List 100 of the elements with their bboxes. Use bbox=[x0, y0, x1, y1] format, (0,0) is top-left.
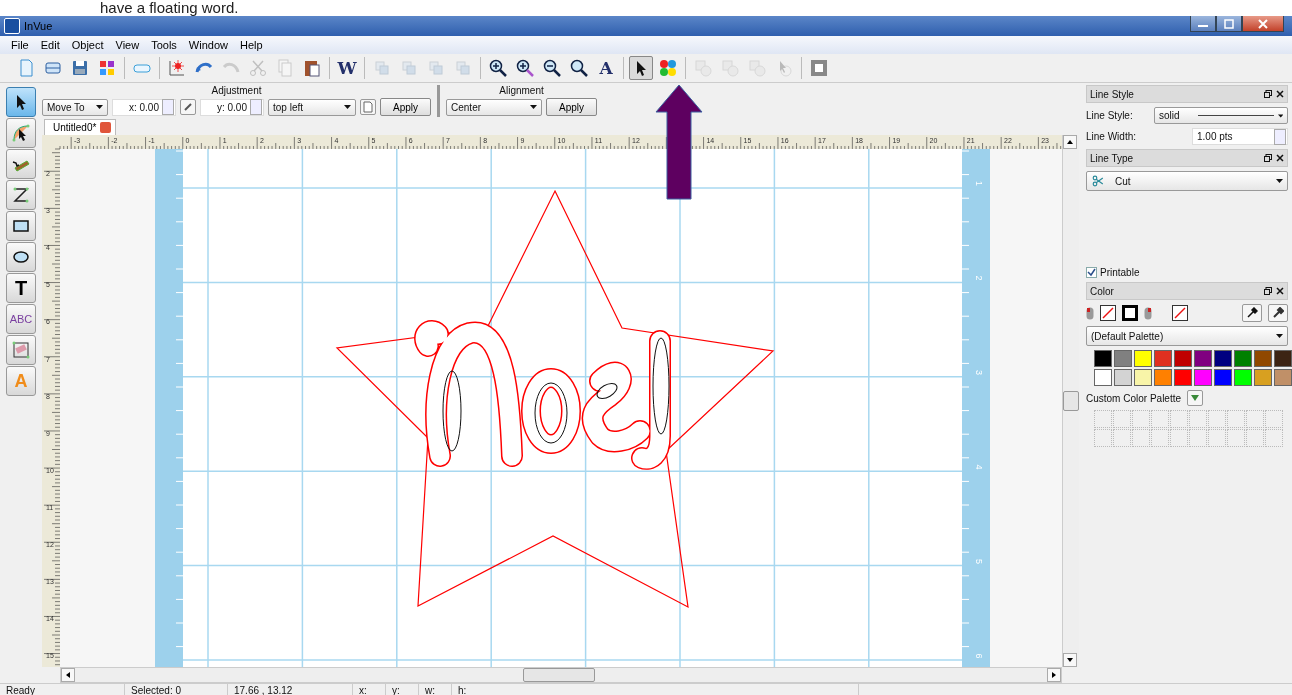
menu-item[interactable]: Help bbox=[234, 38, 268, 52]
anchor-select[interactable]: top left bbox=[268, 98, 356, 116]
eyedropper-button[interactable] bbox=[1242, 304, 1262, 322]
spinner-arrows[interactable] bbox=[162, 99, 174, 115]
outline-swatch-icon[interactable] bbox=[1122, 305, 1138, 321]
color-swatch[interactable] bbox=[1214, 369, 1232, 386]
close-icon[interactable] bbox=[1276, 287, 1284, 295]
add-color-button[interactable] bbox=[1187, 390, 1204, 406]
color-swatch[interactable] bbox=[1274, 350, 1292, 367]
scroll-thumb[interactable] bbox=[523, 668, 595, 682]
color-swatch[interactable] bbox=[1134, 369, 1152, 386]
empty-color-slot[interactable] bbox=[1227, 429, 1245, 447]
close-tab-icon[interactable] bbox=[100, 122, 112, 133]
float-icon[interactable] bbox=[1264, 287, 1272, 295]
empty-color-slot[interactable] bbox=[1132, 410, 1150, 428]
empty-color-slot[interactable] bbox=[1265, 410, 1283, 428]
float-icon[interactable] bbox=[1264, 154, 1272, 162]
empty-color-slot[interactable] bbox=[1113, 410, 1131, 428]
printable-checkbox[interactable] bbox=[1086, 267, 1097, 278]
empty-color-slot[interactable] bbox=[1265, 429, 1283, 447]
y-field[interactable]: y: 0.00 bbox=[200, 98, 264, 116]
color-swatch[interactable] bbox=[1194, 369, 1212, 386]
scroll-left-button[interactable] bbox=[61, 668, 75, 682]
color-swatch[interactable] bbox=[1094, 350, 1112, 367]
document-tab[interactable]: Untitled0* bbox=[44, 119, 117, 135]
scroll-down-button[interactable] bbox=[1063, 653, 1077, 667]
color-swatch[interactable] bbox=[1154, 350, 1172, 367]
close-icon[interactable] bbox=[1276, 154, 1284, 162]
color-swatch[interactable] bbox=[1214, 350, 1232, 367]
toolbar-button[interactable]: W bbox=[335, 56, 359, 80]
tool-button[interactable] bbox=[6, 211, 36, 241]
scroll-up-button[interactable] bbox=[1063, 135, 1077, 149]
empty-color-slot[interactable] bbox=[1208, 429, 1226, 447]
float-icon[interactable] bbox=[1264, 90, 1272, 98]
color-swatch[interactable] bbox=[1274, 369, 1292, 386]
mode-select[interactable]: Move To bbox=[42, 98, 108, 116]
scroll-thumb[interactable] bbox=[1063, 391, 1079, 411]
line-width-field[interactable]: 1.00 pts bbox=[1192, 128, 1288, 145]
tool-button[interactable] bbox=[6, 87, 36, 117]
color-swatch[interactable] bbox=[1114, 369, 1132, 386]
close-icon[interactable] bbox=[1276, 90, 1284, 98]
spinner-arrows[interactable] bbox=[1274, 128, 1286, 145]
menu-item[interactable]: Window bbox=[183, 38, 233, 52]
line-type-select[interactable]: Cut bbox=[1086, 171, 1288, 191]
apply-button[interactable]: Apply bbox=[546, 98, 598, 116]
empty-color-slot[interactable] bbox=[1189, 429, 1207, 447]
color-swatch[interactable] bbox=[1234, 350, 1252, 367]
no-fill-swatch-icon[interactable] bbox=[1172, 305, 1188, 321]
color-swatch[interactable] bbox=[1174, 369, 1192, 386]
empty-color-slot[interactable] bbox=[1151, 429, 1169, 447]
empty-color-slot[interactable] bbox=[1094, 410, 1112, 428]
empty-color-slot[interactable] bbox=[1246, 429, 1264, 447]
empty-color-slot[interactable] bbox=[1227, 410, 1245, 428]
alignment-select[interactable]: Center bbox=[446, 98, 542, 116]
toolbar-button[interactable]: A bbox=[594, 56, 618, 80]
empty-color-slot[interactable] bbox=[1189, 410, 1207, 428]
maximize-button[interactable] bbox=[1216, 16, 1242, 32]
empty-color-slot[interactable] bbox=[1132, 429, 1150, 447]
empty-color-slot[interactable] bbox=[1094, 429, 1112, 447]
vertical-scrollbar[interactable] bbox=[1062, 135, 1079, 667]
minimize-button[interactable] bbox=[1190, 16, 1216, 32]
x-field[interactable]: x: 0.00 bbox=[112, 98, 176, 116]
page-button[interactable] bbox=[360, 99, 376, 115]
scroll-right-button[interactable] bbox=[1047, 668, 1061, 682]
tool-button[interactable]: T bbox=[6, 273, 36, 303]
empty-color-slot[interactable] bbox=[1113, 429, 1131, 447]
color-swatch[interactable] bbox=[1134, 350, 1152, 367]
color-swatch[interactable] bbox=[1154, 369, 1172, 386]
no-fill-swatch-icon[interactable] bbox=[1100, 305, 1116, 321]
apply-button[interactable]: Apply bbox=[380, 98, 431, 116]
color-swatch[interactable] bbox=[1234, 369, 1252, 386]
spinner-arrows[interactable] bbox=[250, 99, 262, 115]
empty-color-slot[interactable] bbox=[1246, 410, 1264, 428]
link-button[interactable] bbox=[180, 99, 196, 115]
caret-icon bbox=[1277, 113, 1283, 118]
empty-color-slot[interactable] bbox=[1151, 410, 1169, 428]
tool-button[interactable] bbox=[6, 180, 36, 210]
toolbar-button[interactable] bbox=[629, 56, 653, 80]
empty-color-slot[interactable] bbox=[1170, 429, 1188, 447]
tool-button[interactable] bbox=[6, 118, 36, 148]
tool-button[interactable]: ABC bbox=[6, 304, 36, 334]
tool-button[interactable] bbox=[6, 242, 36, 272]
color-swatch[interactable] bbox=[1194, 350, 1212, 367]
horizontal-scrollbar[interactable] bbox=[60, 667, 1062, 683]
line-style-select[interactable]: solid bbox=[1154, 107, 1288, 124]
close-button[interactable] bbox=[1242, 16, 1284, 32]
palette-select[interactable]: (Default Palette) bbox=[1086, 326, 1288, 346]
menu-item[interactable]: File bbox=[6, 38, 34, 52]
menu-item[interactable]: Tools bbox=[146, 38, 182, 52]
empty-color-slot[interactable] bbox=[1208, 410, 1226, 428]
menu-item[interactable]: Object bbox=[66, 38, 109, 52]
color-swatch[interactable] bbox=[1174, 350, 1192, 367]
color-swatch[interactable] bbox=[1254, 350, 1272, 367]
color-swatch[interactable] bbox=[1114, 350, 1132, 367]
menu-item[interactable]: View bbox=[110, 38, 145, 52]
menu-item[interactable]: Edit bbox=[35, 38, 65, 52]
color-swatch[interactable] bbox=[1094, 369, 1112, 386]
empty-color-slot[interactable] bbox=[1170, 410, 1188, 428]
eyedropper-button[interactable] bbox=[1268, 304, 1288, 322]
color-swatch[interactable] bbox=[1254, 369, 1272, 386]
